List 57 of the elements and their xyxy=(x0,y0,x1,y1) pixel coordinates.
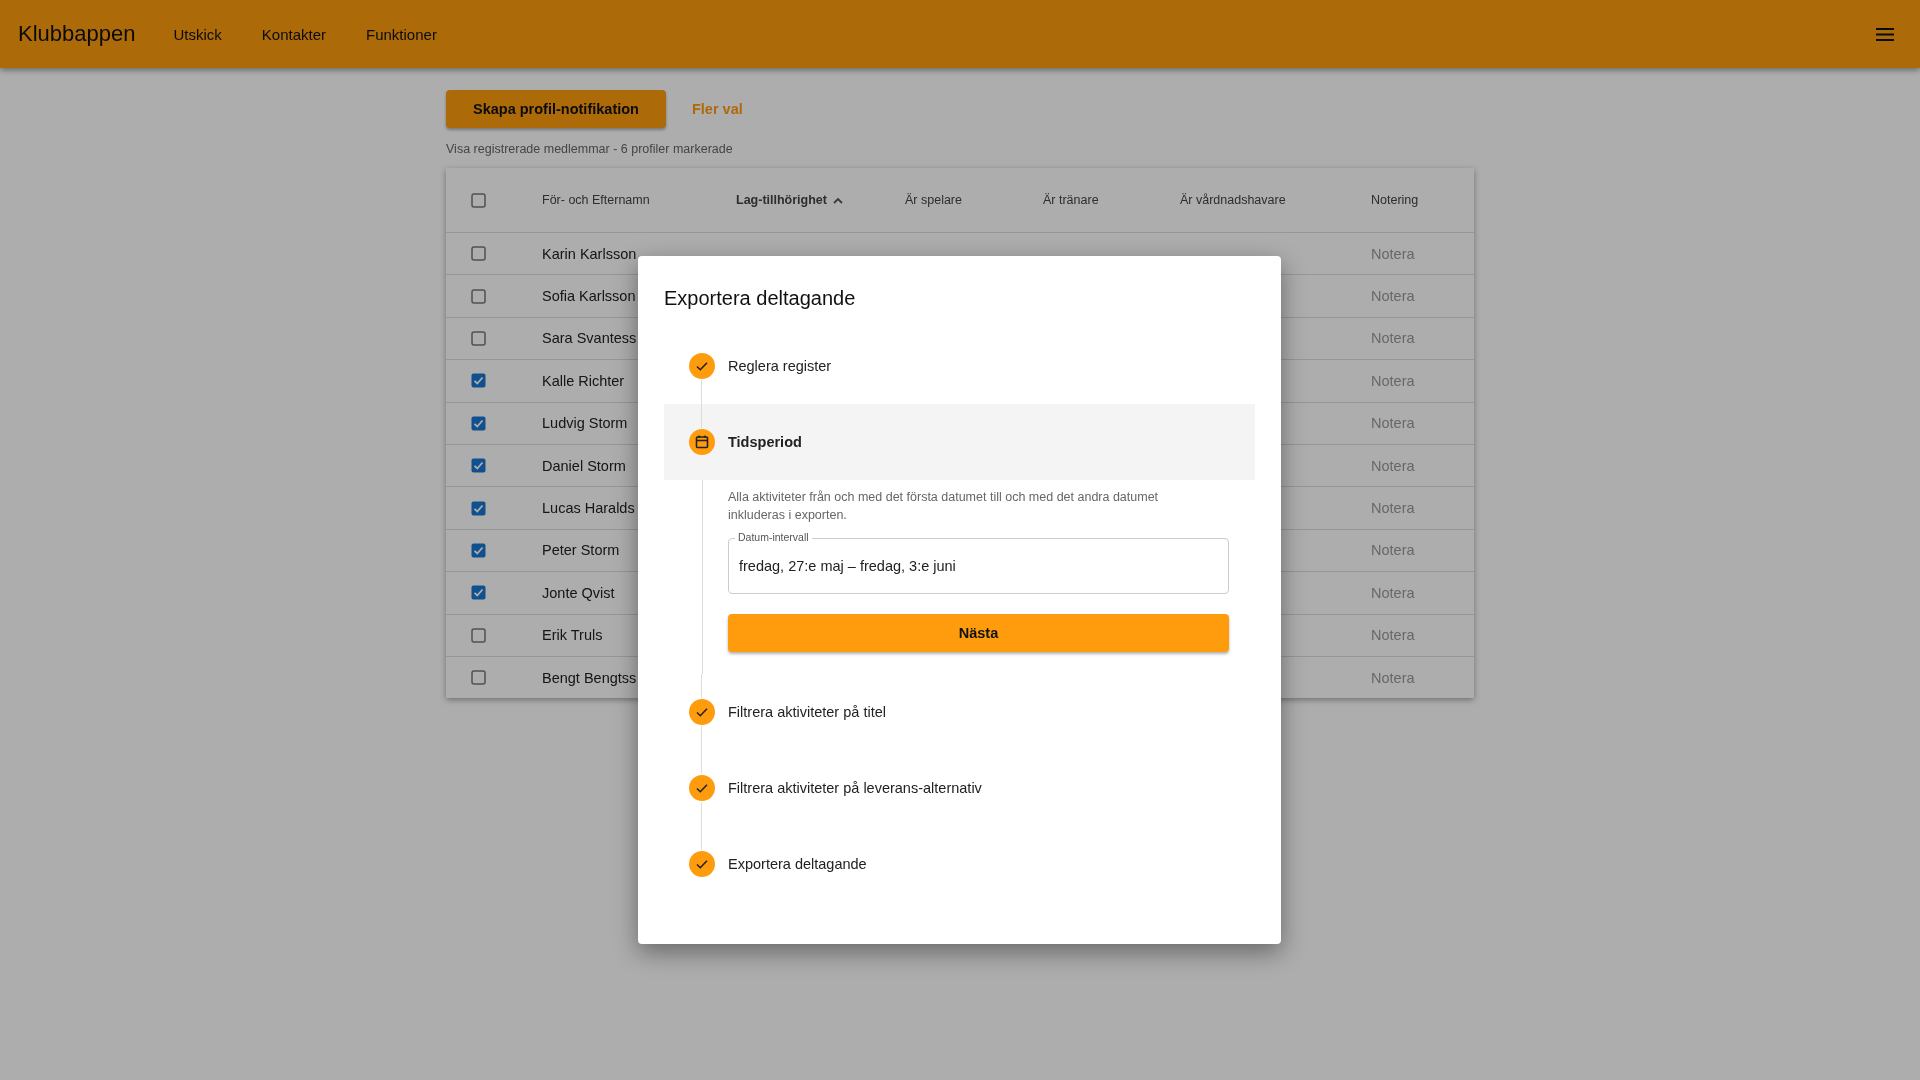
table-cell: Daniel Storm xyxy=(542,457,626,474)
stepper-step[interactable]: Filtrera aktiviteter på titel xyxy=(664,674,1255,750)
step-description: Alla aktiviteter från och med det första datumet till och med det andra datumet inkluderas i exporten. xyxy=(728,489,1160,524)
row-checkbox[interactable] xyxy=(470,542,486,558)
table-cell: Peter Storm xyxy=(542,542,620,559)
row-checkbox[interactable] xyxy=(470,288,486,304)
row-checkbox[interactable] xyxy=(470,373,486,389)
row-checkbox[interactable] xyxy=(470,585,486,601)
column-header[interactable]: Lag-tillhörighet xyxy=(736,193,827,207)
note-link[interactable]: Notera xyxy=(1371,584,1415,601)
row-checkbox[interactable] xyxy=(470,627,486,643)
dialog-title: Exportera deltagande xyxy=(664,286,857,311)
nav-link[interactable]: Kontakter xyxy=(261,25,326,43)
select-all-checkbox[interactable] xyxy=(470,192,486,208)
stepper-step[interactable]: Reglera register xyxy=(664,328,1255,404)
stepper-step[interactable]: Exportera deltagande xyxy=(664,826,1255,902)
note-link[interactable]: Notera xyxy=(1371,330,1415,347)
menu-icon[interactable] xyxy=(1876,27,1894,41)
column-header[interactable]: Är tränare xyxy=(1043,193,1099,207)
table-cell: Sofia Karlsson xyxy=(542,288,636,305)
note-link[interactable]: Notera xyxy=(1371,372,1415,389)
note-link[interactable]: Notera xyxy=(1371,457,1415,474)
nav-link[interactable]: Utskick xyxy=(173,25,222,43)
note-link[interactable]: Notera xyxy=(1371,500,1415,517)
row-checkbox[interactable] xyxy=(470,330,486,346)
row-checkbox[interactable] xyxy=(470,246,486,262)
stepper-step[interactable]: Filtrera aktiviteter på leverans-alternativ xyxy=(664,750,1255,826)
app-title: Klubbappen xyxy=(18,21,136,47)
column-header[interactable]: För- och Efternamn xyxy=(542,193,650,207)
row-checkbox[interactable] xyxy=(470,458,486,474)
column-header[interactable]: Är spelare xyxy=(905,193,962,207)
table-cell: Sara Svantess xyxy=(542,330,637,347)
table-cell: Lucas Haralds xyxy=(542,500,635,517)
row-checkbox[interactable] xyxy=(470,500,486,516)
field-label: Datum-intervall xyxy=(735,531,812,544)
sort-ascending-icon xyxy=(832,196,843,204)
table-cell: Karin Karlsson xyxy=(542,245,637,262)
column-header[interactable]: Notering xyxy=(1371,193,1419,207)
note-link[interactable]: Notera xyxy=(1371,542,1415,559)
table-cell: Kalle Richter xyxy=(542,372,625,389)
note-link[interactable]: Notera xyxy=(1371,288,1415,305)
note-link[interactable]: Notera xyxy=(1371,669,1415,686)
row-checkbox[interactable] xyxy=(470,415,486,431)
create-notification-button[interactable]: Skapa profil-notifikation xyxy=(446,90,666,128)
note-link[interactable]: Notera xyxy=(1371,415,1415,432)
next-button[interactable]: Nästa xyxy=(728,614,1229,652)
stepper-step[interactable]: Tidsperiod xyxy=(664,404,1255,480)
table-cell: Bengt Bengtss xyxy=(542,669,637,686)
nav-link[interactable]: Funktioner xyxy=(366,25,437,43)
table-cell: Ludvig Storm xyxy=(542,415,628,432)
table-cell: Jonte Qvist xyxy=(542,584,615,601)
column-header[interactable]: Är vårdnadshavare xyxy=(1180,193,1286,207)
table-cell: Erik Truls xyxy=(542,627,603,644)
selection-summary: Visa registrerade medlemmar - 6 profiler markerade xyxy=(446,142,734,156)
note-link[interactable]: Notera xyxy=(1371,627,1415,644)
row-checkbox[interactable] xyxy=(470,670,486,686)
note-link[interactable]: Notera xyxy=(1371,245,1415,262)
